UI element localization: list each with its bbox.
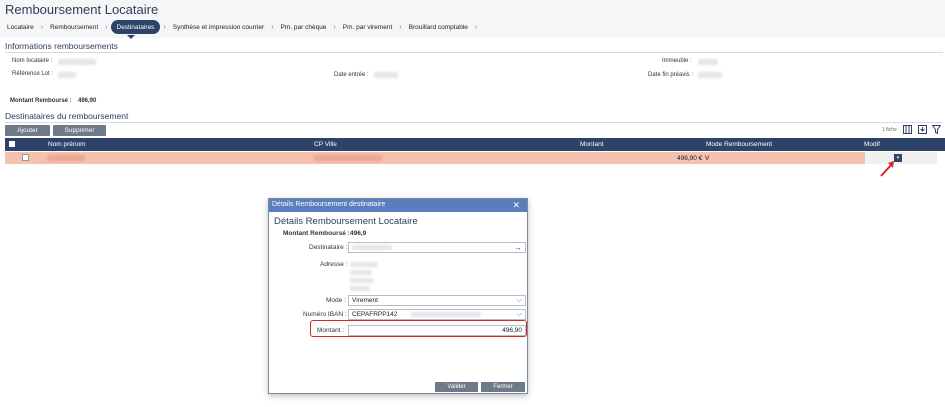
date-fin-preavis-label: Date fin préavis : bbox=[648, 72, 694, 78]
annotation-arrow-icon bbox=[880, 161, 894, 177]
row-checkbox[interactable] bbox=[22, 154, 29, 161]
redacted-value bbox=[58, 72, 76, 78]
step-locataire[interactable]: Locataire bbox=[3, 20, 38, 34]
column-header-montant[interactable]: Montant bbox=[580, 141, 604, 148]
modal-header-title: Détails Remboursement destinataire bbox=[272, 201, 386, 208]
mode-select[interactable]: Virement ⌵ bbox=[348, 295, 526, 306]
iban-label: Numéro IBAN : bbox=[303, 311, 347, 318]
adresse-label: Adresse : bbox=[320, 261, 348, 268]
chevron-down-icon[interactable]: ⌵ bbox=[517, 311, 522, 319]
step-brouillard[interactable]: Brouillard comptable bbox=[405, 20, 472, 34]
chevron-right-icon: › bbox=[163, 23, 166, 31]
column-header-mode[interactable]: Mode Remboursement bbox=[706, 141, 772, 148]
chevron-right-icon: › bbox=[399, 23, 402, 31]
redacted-value bbox=[350, 286, 370, 291]
annotation-highlight bbox=[310, 320, 527, 337]
delete-button[interactable]: Supprimer bbox=[53, 125, 106, 136]
step-pm-virement[interactable]: Pm. par virement bbox=[339, 20, 397, 34]
modal-header: Détails Remboursement destinataire ✕ bbox=[269, 199, 527, 212]
iban-select[interactable]: CEPAFRPP142 ⌵ bbox=[348, 309, 526, 320]
redacted-value bbox=[350, 270, 372, 275]
date-entree-label: Date entrée : bbox=[334, 72, 369, 78]
step-synthese[interactable]: Synthèse et impression courrier bbox=[169, 20, 268, 34]
stepper: Locataire › Remboursement › Destinataires ›… bbox=[3, 18, 480, 36]
step-remboursement[interactable]: Remboursement bbox=[46, 20, 102, 34]
add-button[interactable]: Ajouter bbox=[5, 125, 50, 136]
record-count: 1 fiche bbox=[882, 127, 897, 133]
iban-value: CEPAFRPP142 bbox=[352, 311, 398, 318]
row-mode: V bbox=[705, 155, 710, 162]
select-all-checkbox[interactable] bbox=[9, 141, 15, 147]
close-button[interactable]: Fermer bbox=[481, 382, 525, 392]
export-icon[interactable] bbox=[917, 124, 927, 134]
row-montant: 496,90 € bbox=[677, 155, 703, 162]
montant-rembourse-label: Montant Remboursé : bbox=[10, 98, 72, 104]
nom-locataire-label: Nom locataire : bbox=[12, 58, 53, 64]
modal-montant-rembourse-value: 496,9 bbox=[350, 230, 367, 237]
column-header-modif[interactable]: Modif bbox=[864, 141, 880, 148]
modal-title: Détails Remboursement Locataire bbox=[274, 216, 418, 227]
modal-montant-rembourse-label: Montant Remboursé : bbox=[283, 230, 350, 237]
destinataire-label: Destinataire : bbox=[309, 244, 348, 251]
chevron-down-icon[interactable]: ⌵ bbox=[517, 297, 522, 305]
active-step-pointer bbox=[127, 35, 135, 39]
details-modal: Détails Remboursement destinataire ✕ Dét… bbox=[268, 198, 528, 394]
table-row[interactable]: 496,90 € V bbox=[5, 152, 865, 164]
column-header-nom[interactable]: Nom prénom bbox=[48, 141, 86, 148]
close-icon[interactable]: ✕ bbox=[512, 200, 520, 211]
redacted-value bbox=[314, 155, 382, 161]
mode-label: Mode : bbox=[326, 297, 346, 304]
redacted-value bbox=[350, 262, 378, 267]
chevron-right-icon: › bbox=[40, 23, 44, 31]
redacted-value bbox=[47, 155, 85, 161]
columns-icon[interactable] bbox=[902, 124, 912, 134]
validate-button[interactable]: Valider bbox=[435, 382, 478, 392]
mode-value: Virement bbox=[352, 297, 378, 304]
title-bar: Remboursement Locataire Locataire › Rembo… bbox=[0, 0, 945, 39]
arrow-right-icon[interactable]: → bbox=[514, 243, 522, 252]
info-section-title: Informations remboursements bbox=[5, 41, 118, 51]
step-destinataires[interactable]: Destinataires bbox=[110, 20, 161, 34]
reference-lot-label: Référence Lot : bbox=[12, 71, 54, 77]
redacted-value bbox=[698, 59, 718, 65]
step-pm-cheque[interactable]: Pm. par chèque bbox=[277, 20, 331, 34]
chevron-right-icon: › bbox=[474, 23, 478, 31]
redacted-value bbox=[698, 72, 722, 78]
redacted-value bbox=[350, 278, 374, 283]
chevron-right-icon: › bbox=[271, 23, 274, 31]
divider bbox=[5, 52, 943, 53]
destinataires-section-title: Destinataires du remboursement bbox=[5, 111, 129, 121]
redacted-value bbox=[58, 59, 96, 65]
redacted-value bbox=[374, 72, 398, 78]
redacted-value bbox=[352, 245, 392, 250]
montant-rembourse-value: 496,90 bbox=[78, 98, 97, 104]
column-header-cp-ville[interactable]: CP Ville bbox=[314, 141, 337, 148]
chevron-right-icon: › bbox=[105, 23, 108, 31]
filter-icon[interactable] bbox=[931, 124, 941, 134]
chevron-right-icon: › bbox=[333, 23, 336, 31]
redacted-value bbox=[411, 312, 482, 317]
destinataire-field[interactable]: → bbox=[348, 242, 526, 253]
divider bbox=[5, 122, 943, 123]
immeuble-label: Immeuble : bbox=[662, 58, 692, 64]
grid-header: Nom prénom CP Ville Montant Mode Rembour… bbox=[5, 138, 945, 151]
page-title: Remboursement Locataire bbox=[5, 2, 159, 17]
